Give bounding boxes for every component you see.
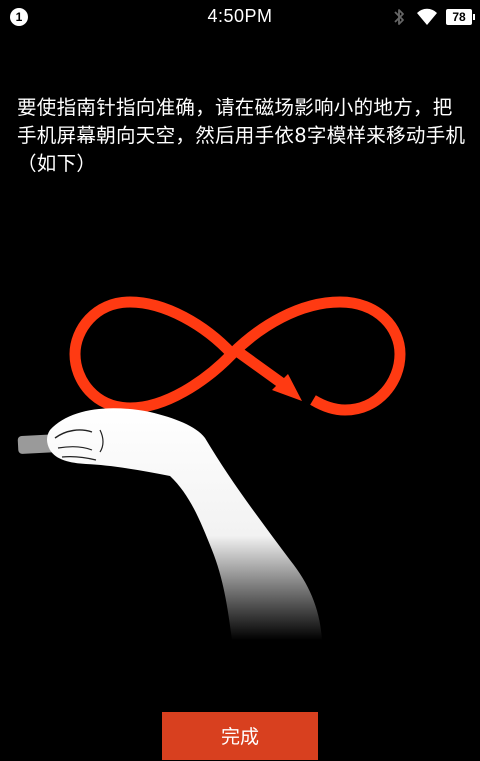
status-time: 4:50PM [207, 6, 273, 26]
status-bar: 1 4:50PM 78 [0, 0, 480, 36]
instruction-text: 要使指南针指向准确，请在磁场影响小的地方，把手机屏幕朝向天空，然后用手依8字模样… [17, 96, 466, 175]
battery-icon: 78 [446, 9, 475, 25]
figure-eight-path [69, 296, 406, 416]
wifi-icon [417, 8, 437, 25]
hand-holding-phone [17, 408, 322, 640]
figure-eight-arrow-icon [17, 296, 406, 640]
bluetooth-icon [394, 9, 404, 25]
done-button[interactable]: 完成 [162, 712, 318, 760]
